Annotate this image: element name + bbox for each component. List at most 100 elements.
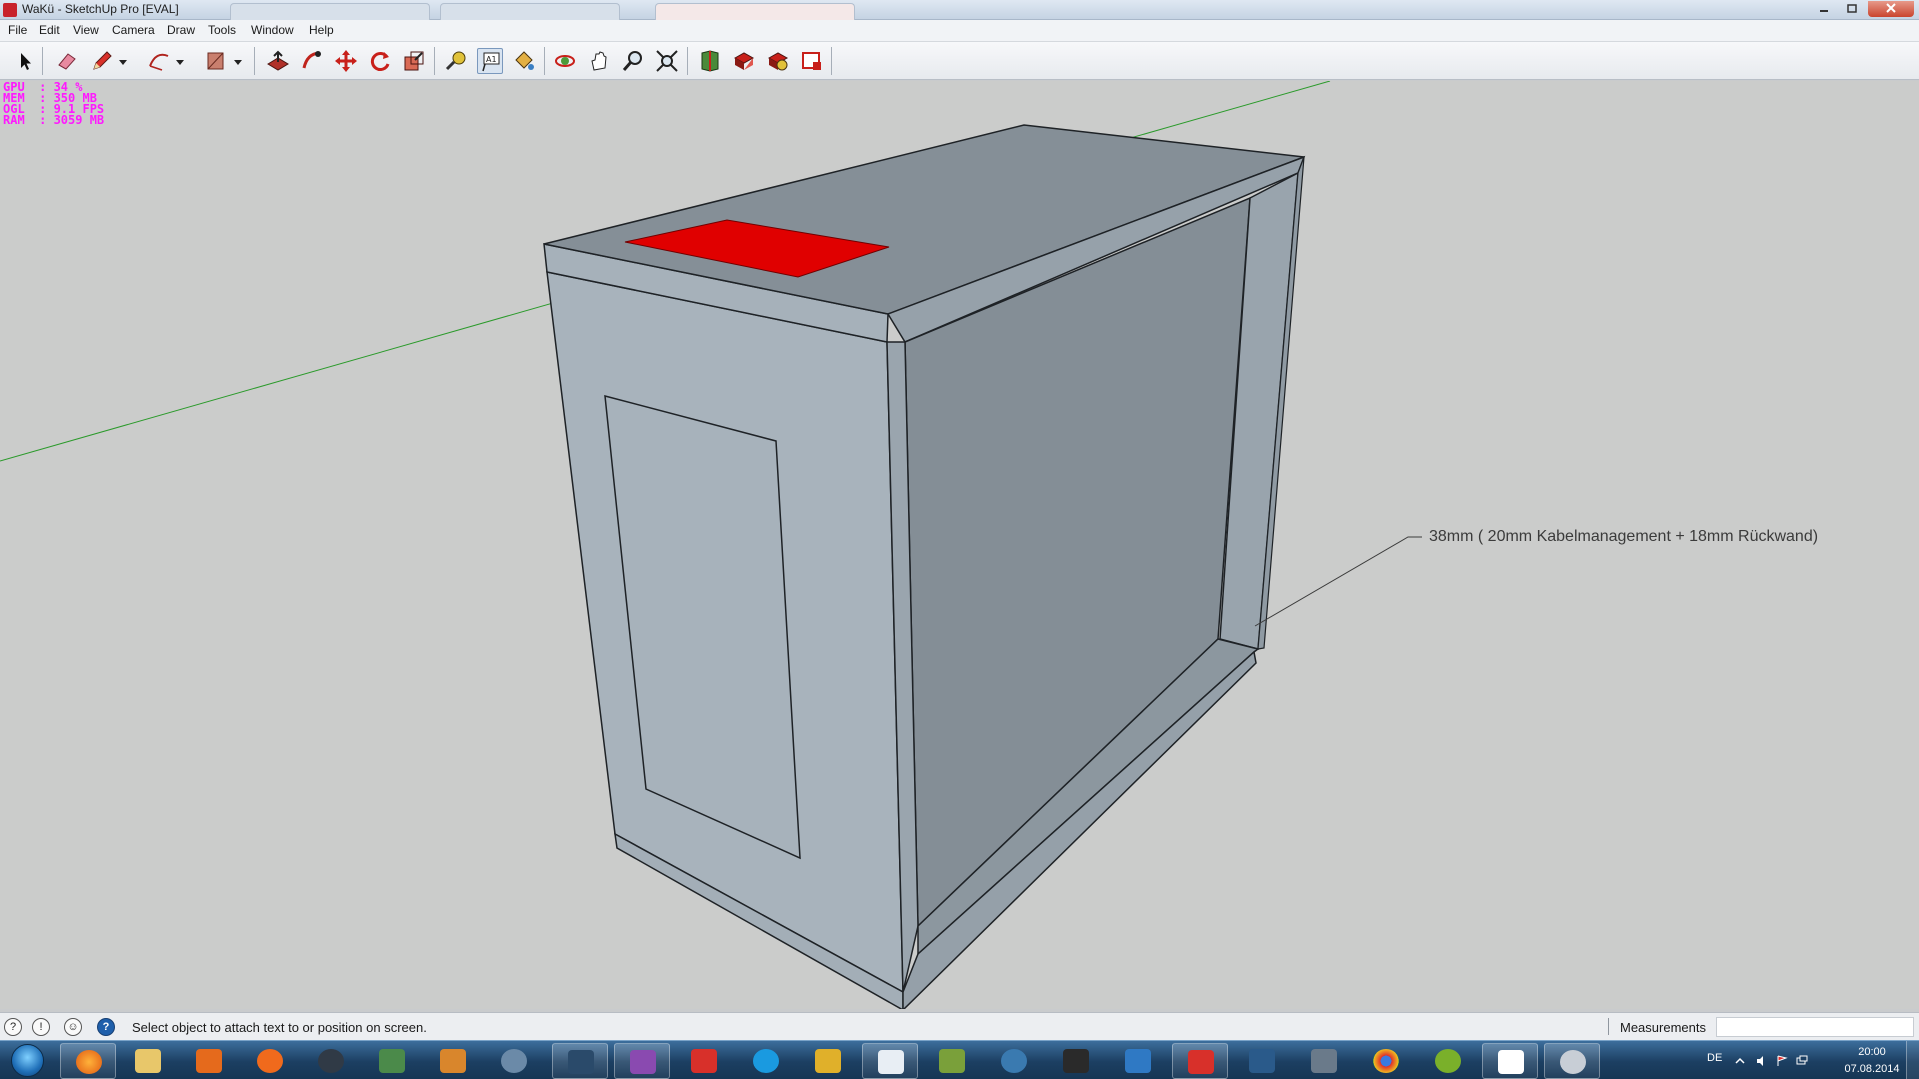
chevron-down-icon [176, 60, 184, 65]
paint-bucket-tool-button[interactable] [511, 48, 537, 74]
select-icon [21, 53, 31, 70]
menu-edit[interactable]: Edit [39, 23, 60, 37]
taskbar-cpuid[interactable] [614, 1043, 670, 1079]
start-button[interactable] [6, 1042, 50, 1079]
menu-camera[interactable]: Camera [112, 23, 155, 37]
disc-icon [1560, 1050, 1586, 1074]
taskbar-app-6[interactable] [364, 1043, 420, 1079]
background-window-tab[interactable] [655, 3, 855, 20]
calculator-icon [878, 1050, 904, 1074]
move-icon [335, 50, 357, 72]
taskbar-skype[interactable] [738, 1043, 794, 1079]
taskbar-chrome[interactable] [1358, 1043, 1414, 1079]
taskbar-audio[interactable] [800, 1043, 856, 1079]
show-hidden-icons-icon[interactable] [1734, 1055, 1746, 1067]
menu-window[interactable]: Window [251, 23, 294, 37]
layout-icon [802, 52, 821, 70]
menu-bar: File Edit View Camera Draw Tools Window … [0, 20, 1919, 42]
push-pull-tool-button[interactable] [265, 48, 291, 74]
taskbar-app-24[interactable] [1544, 1043, 1600, 1079]
taskbar-hwmonitor[interactable] [676, 1043, 732, 1079]
arc-dropdown[interactable] [172, 48, 188, 74]
zoom-tool-button[interactable] [620, 48, 646, 74]
taskbar-sketchup[interactable] [1172, 1043, 1228, 1079]
taskbar-origin[interactable] [242, 1043, 298, 1079]
restore-icon [1847, 4, 1857, 13]
pencil-dropdown[interactable] [115, 48, 131, 74]
volume-icon[interactable] [1756, 1055, 1768, 1067]
window-title: WaKü - SketchUp Pro [EVAL] [22, 2, 179, 16]
menu-file[interactable]: File [8, 23, 27, 37]
action-center-icon[interactable] [1776, 1055, 1788, 1067]
taskbar-app-15[interactable] [986, 1043, 1042, 1079]
follow-me-tool-button[interactable] [299, 48, 325, 74]
taskbar-media-player[interactable] [181, 1043, 237, 1079]
pencil-tool-button[interactable] [89, 48, 115, 74]
spotify-icon [1435, 1049, 1461, 1073]
show-desktop-button[interactable] [1906, 1041, 1919, 1079]
eraser-tool-button[interactable] [54, 48, 80, 74]
layout-button[interactable] [799, 48, 825, 74]
select-tool-button[interactable] [12, 48, 38, 74]
follow-me-icon [302, 51, 321, 69]
taskbar-app-17[interactable] [1110, 1043, 1166, 1079]
scale-tool-button[interactable] [401, 48, 427, 74]
menu-draw[interactable]: Draw [167, 23, 195, 37]
taskbar-explorer[interactable] [120, 1043, 176, 1079]
taskbar-app-20[interactable] [1296, 1043, 1352, 1079]
taskbar-app-7[interactable] [425, 1043, 481, 1079]
status-separator [1608, 1018, 1609, 1035]
credits-icon[interactable]: ! [32, 1018, 50, 1036]
clock-date[interactable]: 07.08.2014 [1838, 1063, 1906, 1075]
pan-tool-button[interactable] [586, 48, 612, 74]
language-indicator[interactable]: DE [1707, 1052, 1722, 1064]
taskbar-teamspeak[interactable] [486, 1043, 542, 1079]
windows-logo-icon [11, 1044, 44, 1077]
background-window-tab[interactable] [440, 3, 620, 20]
dimension-text-label[interactable]: 38mm ( 20mm Kabelmanagement + 18mm Rückw… [1429, 528, 1818, 546]
menu-view[interactable]: View [73, 23, 99, 37]
arc-tool-button[interactable] [146, 48, 172, 74]
tape-measure-tool-button[interactable] [443, 48, 469, 74]
rotate-icon [370, 52, 390, 71]
geolocation-icon[interactable]: ? [4, 1018, 22, 1036]
move-tool-button[interactable] [333, 48, 359, 74]
restore-button[interactable] [1840, 1, 1864, 17]
rotate-tool-button[interactable] [367, 48, 393, 74]
eraser-icon [58, 53, 76, 70]
minimize-button[interactable] [1812, 1, 1836, 17]
taskbar-steam[interactable] [303, 1043, 359, 1079]
3d-warehouse-button[interactable] [697, 48, 723, 74]
taskbar-video-editor[interactable] [1048, 1043, 1104, 1079]
taskbar-fan-control[interactable] [552, 1043, 608, 1079]
taskbar-firefox[interactable] [60, 1043, 116, 1079]
rectangle-dropdown[interactable] [230, 48, 246, 74]
modeling-viewport[interactable]: GPU : 34 % MEM : 350 MB OGL : 9.1 FPS RA… [0, 81, 1919, 1009]
taskbar-app-19[interactable] [1234, 1043, 1290, 1079]
network-icon[interactable] [1796, 1055, 1808, 1067]
orbit-tool-button[interactable] [552, 48, 578, 74]
extension-warehouse-button[interactable] [765, 48, 791, 74]
text-tool-button[interactable]: A1 [477, 48, 503, 74]
zoom-extents-tool-button[interactable] [654, 48, 680, 74]
chevron-down-icon [234, 60, 242, 65]
background-window-tab[interactable] [230, 3, 430, 20]
measurements-input[interactable] [1716, 1017, 1914, 1037]
clock-time[interactable]: 20:00 [1846, 1046, 1898, 1058]
close-button[interactable] [1868, 1, 1914, 17]
skype-icon [753, 1049, 779, 1073]
extension-warehouse-icon [767, 52, 789, 71]
menu-help[interactable]: Help [309, 23, 334, 37]
flow-app-icon [1125, 1049, 1151, 1073]
taskbar-spotify[interactable] [1420, 1043, 1476, 1079]
taskbar-app-14[interactable] [924, 1043, 980, 1079]
help-icon[interactable]: ? [97, 1018, 115, 1036]
taskbar-calculator[interactable] [862, 1043, 918, 1079]
share-model-button[interactable] [731, 48, 757, 74]
status-bar: ? ! ☺ ? Select object to attach text to … [0, 1012, 1919, 1040]
taskbar-app-23[interactable] [1482, 1043, 1538, 1079]
user-account-icon[interactable]: ☺ [64, 1018, 82, 1036]
rectangle-tool-button[interactable] [203, 48, 229, 74]
menu-tools[interactable]: Tools [208, 23, 236, 37]
measurements-label: Measurements [1620, 1020, 1706, 1035]
